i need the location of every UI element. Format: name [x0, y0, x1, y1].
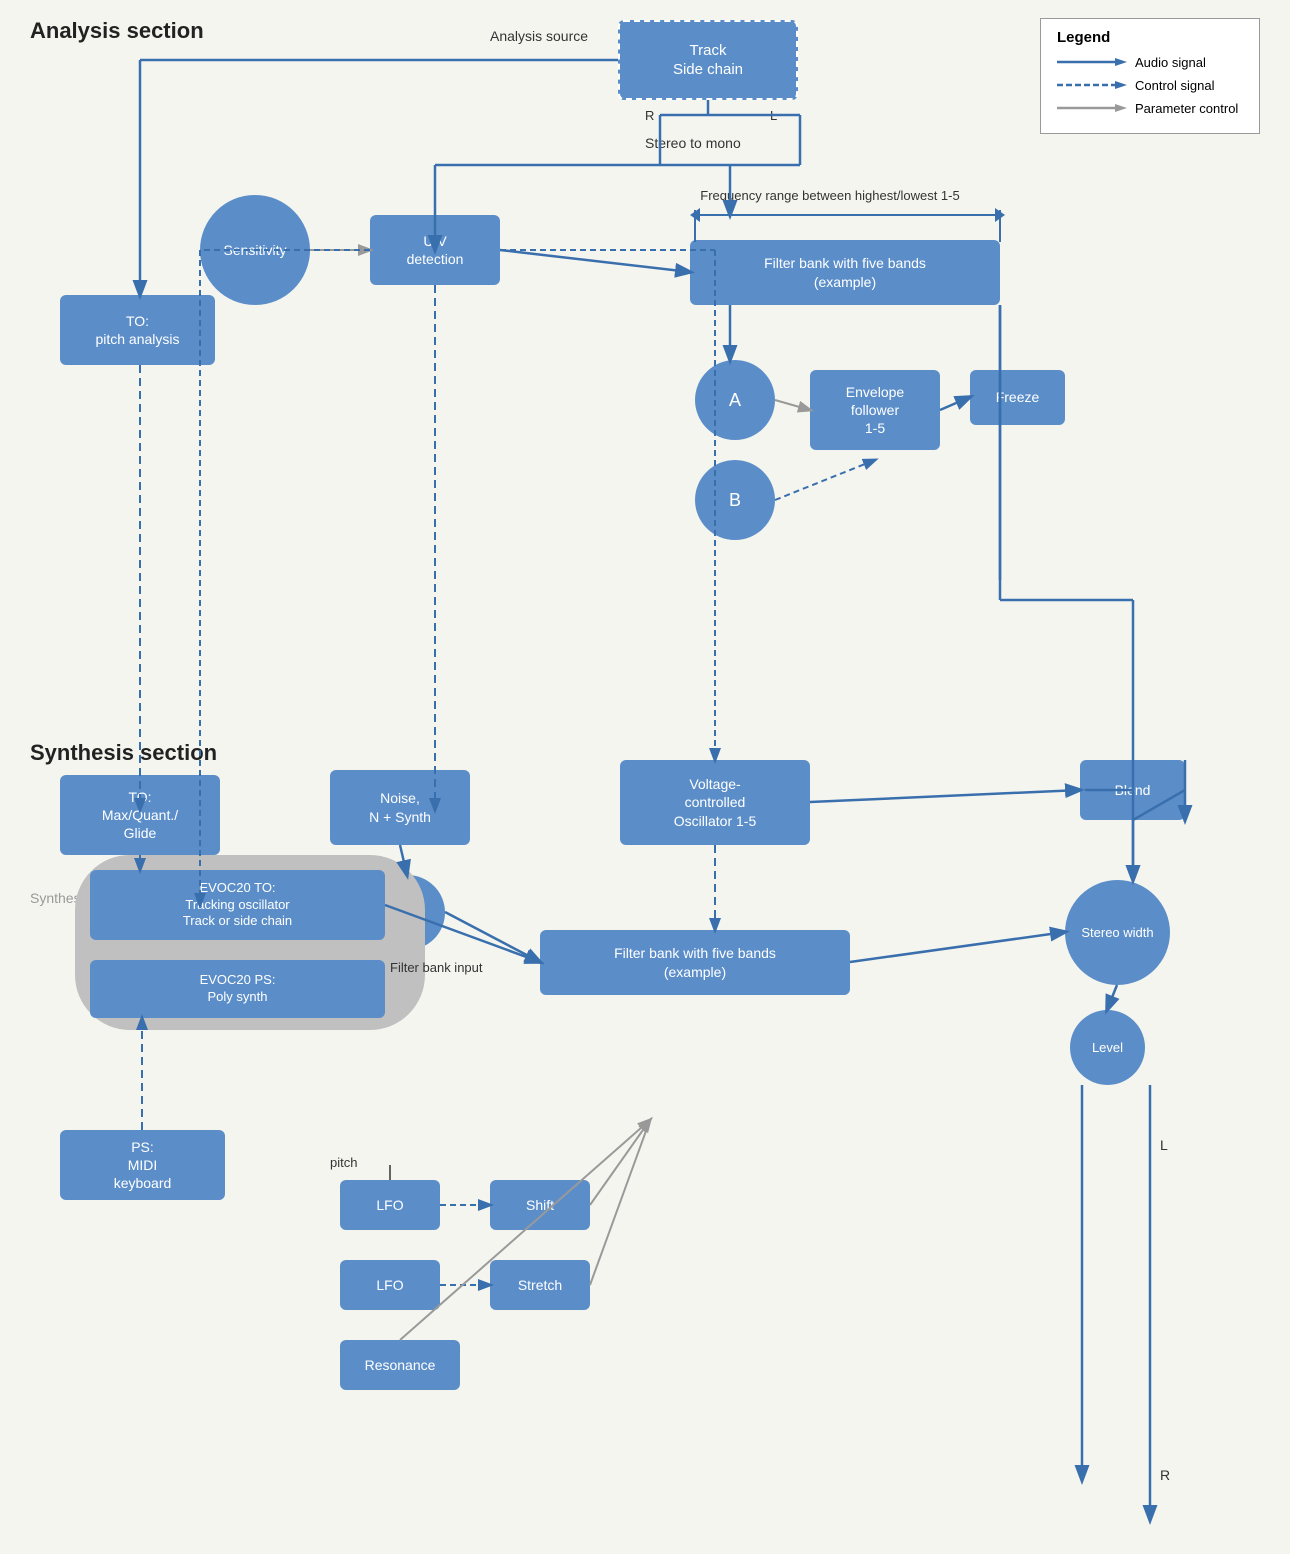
analysis-source-label: Analysis source — [490, 28, 588, 44]
pitch-label: pitch — [330, 1155, 357, 1170]
stretch-box[interactable]: Stretch — [490, 1260, 590, 1310]
legend-control-label: Control signal — [1135, 78, 1215, 93]
shift-box[interactable]: Shift — [490, 1180, 590, 1230]
r-label: R — [645, 108, 654, 123]
legend-param-label: Parameter control — [1135, 101, 1238, 116]
diagram-container: Legend Audio signal Control signal Param… — [0, 0, 1290, 1554]
legend-audio: Audio signal — [1057, 54, 1243, 70]
filter-bank-analysis-box[interactable]: Filter bank with five bands (example) — [690, 240, 1000, 305]
ps-midi-box[interactable]: PS: MIDI keyboard — [60, 1130, 225, 1200]
level-stereo-circle: Level — [1070, 1010, 1145, 1085]
legend-box: Legend Audio signal Control signal Param… — [1040, 18, 1260, 134]
resonance-box[interactable]: Resonance — [340, 1340, 460, 1390]
evoc20-to-box[interactable]: EVOC20 TO: Tracking oscillator Track or … — [90, 870, 385, 940]
stereo-to-mono-label: Stereo to mono — [645, 135, 741, 151]
freq-range-label: Frequency range between highest/lowest 1… — [680, 188, 980, 203]
freeze-box[interactable]: Freeze — [970, 370, 1065, 425]
envelope-follower-box[interactable]: Envelope follower 1-5 — [810, 370, 940, 450]
l-label: L — [770, 108, 777, 123]
lfo2-box[interactable]: LFO — [340, 1260, 440, 1310]
circle-b: B — [695, 460, 775, 540]
filter-bank-input-label: Filter bank input — [390, 960, 483, 975]
synthesis-section-label: Synthesis section — [30, 740, 217, 766]
legend-audio-label: Audio signal — [1135, 55, 1206, 70]
legend-title: Legend — [1057, 29, 1243, 46]
uv-detection-box[interactable]: U/V detection — [370, 215, 500, 285]
stereo-width-circle: Stereo width — [1065, 880, 1170, 985]
sensitivity-circle[interactable]: Sensitivity — [200, 195, 310, 305]
noise-n-synth-box[interactable]: Noise, N + Synth — [330, 770, 470, 845]
legend-control: Control signal — [1057, 77, 1243, 93]
circle-a: A — [695, 360, 775, 440]
svg-text:L: L — [1160, 1137, 1168, 1153]
to-max-quant-box[interactable]: TO: Max/Quant./ Glide — [60, 775, 220, 855]
vco-box[interactable]: Voltage- controlled Oscillator 1-5 — [620, 760, 810, 845]
svg-text:R: R — [1160, 1467, 1170, 1483]
filter-bank-synth-box[interactable]: Filter bank with five bands (example) — [540, 930, 850, 995]
evoc20-ps-box[interactable]: EVOC20 PS: Poly synth — [90, 960, 385, 1018]
lfo1-box[interactable]: LFO — [340, 1180, 440, 1230]
track-sidechain-box[interactable]: Track Side chain — [618, 20, 798, 100]
blend-box[interactable]: Blend — [1080, 760, 1185, 820]
analysis-section-label: Analysis section — [30, 18, 204, 44]
legend-param: Parameter control — [1057, 100, 1243, 116]
pitch-analysis-box[interactable]: TO: pitch analysis — [60, 295, 215, 365]
